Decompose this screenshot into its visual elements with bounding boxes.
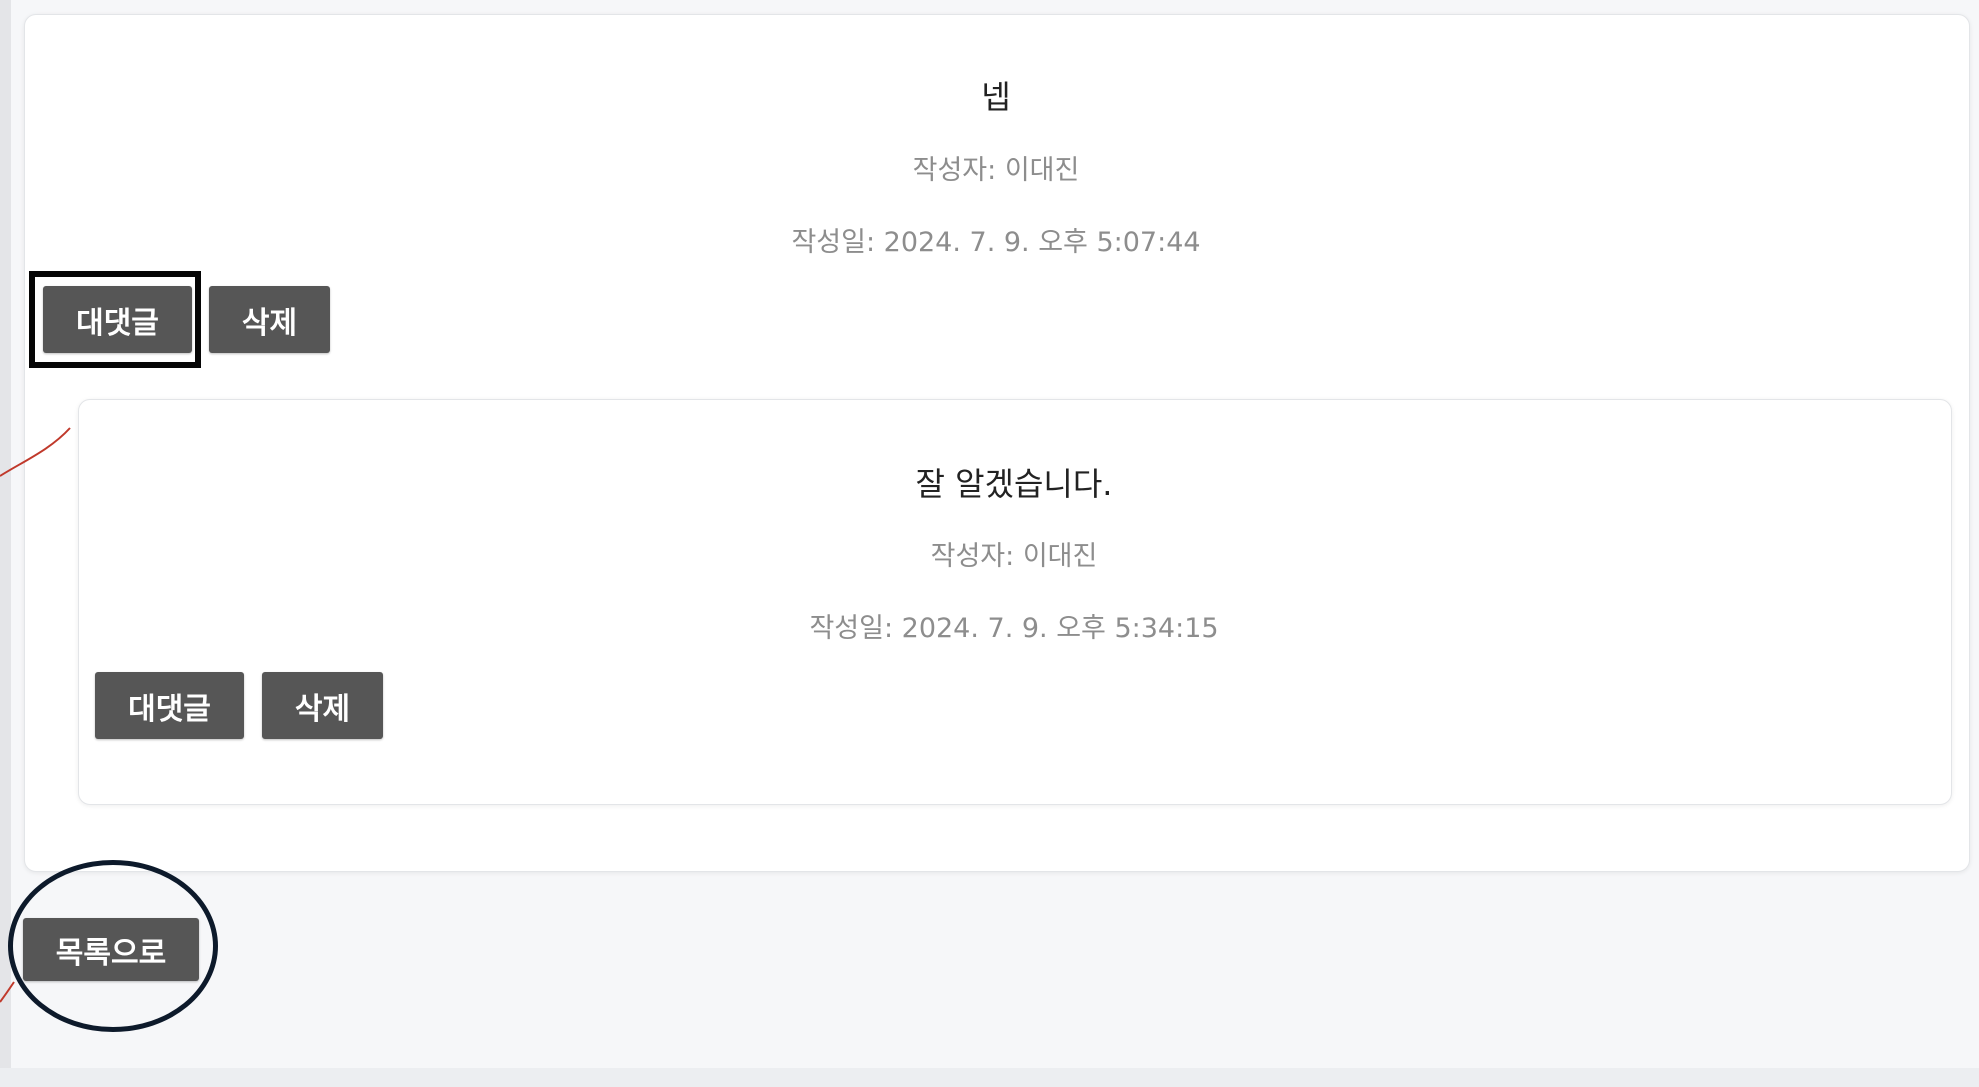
annotation-red-line-top <box>0 427 71 477</box>
annotation-lines <box>0 427 71 1003</box>
annotation-red-line-bottom <box>0 981 15 1003</box>
page: 넵 작성자: 이대진 작성일: 2024. 7. 9. 오후 5:07:44 대… <box>0 0 1979 1087</box>
